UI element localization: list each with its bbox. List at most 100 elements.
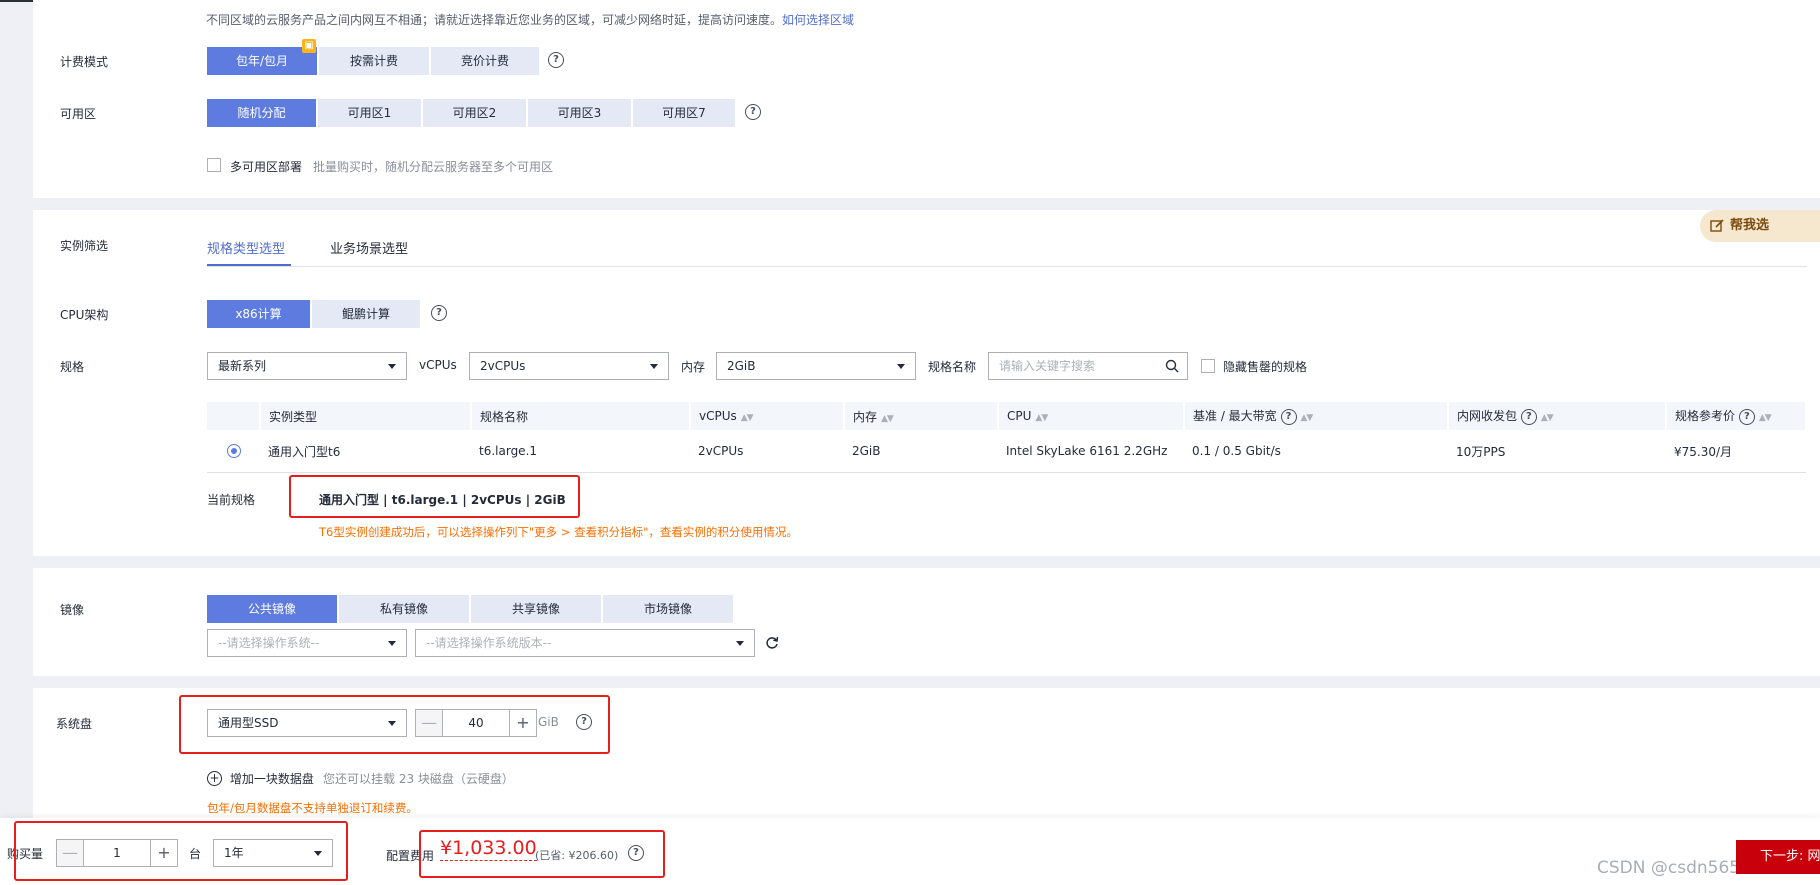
bandwidth-help-icon[interactable]: ? [1280, 408, 1297, 425]
add-data-disk-label: 增加一块数据盘 [229, 772, 314, 786]
col-header-spec-name: 规格名称 [471, 402, 691, 430]
highlight-box-system-disk [179, 695, 610, 754]
help-me-choose-label: 帮我选 [1730, 218, 1770, 233]
image-option-market[interactable]: 市场镜像 [603, 595, 733, 623]
plus-circle-icon: + [207, 771, 222, 786]
region-notice: 不同区域的云服务产品之间内网互不相通；请就近选择靠近您业务的区域，可减少网络时延… [206, 11, 854, 28]
tabs-divider [207, 266, 1807, 267]
region-notice-text: 不同区域的云服务产品之间内网互不相通；请就近选择靠近您业务的区域，可减少网络时延… [206, 13, 783, 27]
image-option-private[interactable]: 私有镜像 [339, 595, 469, 623]
memory-select-value: 2GiB [727, 359, 756, 373]
billing-option-spot[interactable]: 竞价计费 [431, 47, 539, 75]
col-header-bandwidth[interactable]: 基准 / 最大带宽 ? ▲▼ [1184, 402, 1449, 430]
memory-select[interactable]: 2GiB [716, 352, 916, 380]
add-data-disk-button[interactable]: + 增加一块数据盘 [207, 770, 314, 787]
billing-option-yearly-monthly[interactable]: 包年/包月 [207, 47, 317, 75]
os-version-select-placeholder: --请选择操作系统版本-- [426, 636, 552, 650]
cpu-arch-kunpeng[interactable]: 鲲鹏计算 [312, 300, 420, 328]
cell-vcpus: 2vCPUs [690, 430, 844, 473]
row-radio-cell[interactable] [207, 430, 260, 473]
cpu-arch-label: CPU架构 [60, 308, 109, 322]
instance-filter-label: 实例筛选 [60, 239, 109, 253]
billing-help-icon[interactable]: ? [548, 52, 564, 68]
highlight-box-purchase-qty [14, 821, 348, 881]
chevron-down-icon [388, 641, 396, 646]
gift-badge-icon: ▣ [302, 39, 316, 53]
az-option-2[interactable]: 可用区2 [423, 99, 526, 127]
price-help-icon[interactable]: ? [1738, 408, 1755, 425]
tab-business-scenario[interactable]: 业务场景选型 [330, 238, 408, 257]
basic-config-card: 不同区域的云服务产品之间内网互不相通；请就近选择靠近您业务的区域，可减少网络时延… [33, 0, 1820, 198]
vcpu-select-value: 2vCPUs [480, 359, 526, 373]
chevron-down-icon [650, 364, 658, 369]
image-label: 镜像 [60, 603, 85, 617]
instance-spec-card: 实例筛选 规格类型选型 业务场景选型 CPU架构 x86计算 鲲鹏计算 ? 规格… [33, 210, 1820, 556]
sort-icon[interactable]: ▲▼ [1301, 413, 1314, 423]
t6-credit-note: T6型实例创建成功后，可以选择操作列下"更多 > 查看积分指标"，查看实例的积分… [319, 525, 798, 539]
az-selector: 随机分配 可用区1 可用区2 可用区3 可用区7 [207, 99, 735, 127]
cell-cpu: Intel SkyLake 6161 2.2GHz [998, 430, 1184, 473]
sort-icon[interactable]: ▲▼ [1541, 413, 1554, 423]
col-header-price[interactable]: 规格参考价 ? ▲▼ [1666, 402, 1807, 430]
memory-filter-label: 内存 [681, 360, 706, 374]
cell-memory: 2GiB [844, 430, 998, 473]
az-option-1[interactable]: 可用区1 [318, 99, 421, 127]
edit-icon [1710, 219, 1724, 232]
spec-name-search-placeholder: 请输入关键字搜索 [999, 359, 1096, 373]
system-disk-label: 系统盘 [56, 717, 93, 731]
col-header-vcpus[interactable]: vCPUs ▲▼ [690, 402, 845, 430]
purchase-bar: 购买量 — 1 + 台 1年 配置费用 ¥1,033.00 (已省: ¥206.… [0, 818, 1820, 885]
how-to-choose-region-link[interactable]: 如何选择区域 [782, 13, 854, 27]
hide-soldout-checkbox[interactable] [1201, 359, 1215, 373]
search-icon[interactable] [1165, 359, 1179, 373]
spec-name-filter-label: 规格名称 [928, 360, 977, 374]
col-header-pps[interactable]: 内网收发包 ? ▲▼ [1448, 402, 1667, 430]
multi-az-label: 多可用区部署 [230, 160, 303, 174]
tab-spec-type[interactable]: 规格类型选型 [207, 238, 285, 257]
cell-price: ¥75.30/月 [1666, 430, 1806, 473]
cpu-arch-help-icon[interactable]: ? [431, 305, 447, 321]
cpu-arch-x86[interactable]: x86计算 [207, 300, 310, 328]
sort-icon[interactable]: ▲▼ [881, 414, 894, 424]
cell-pps: 10万PPS [1448, 430, 1666, 473]
sort-icon[interactable]: ▲▼ [741, 413, 754, 423]
az-option-random[interactable]: 随机分配 [207, 99, 316, 127]
pps-help-icon[interactable]: ? [1520, 408, 1537, 425]
os-select-placeholder: --请选择操作系统-- [218, 636, 320, 650]
image-option-public[interactable]: 公共镜像 [207, 595, 337, 623]
spec-series-select[interactable]: 最新系列 [207, 352, 407, 380]
next-network-label: 下一步: 网络 [1760, 849, 1820, 864]
cell-instance-type: 通用入门型t6 [260, 430, 471, 473]
os-version-select[interactable]: --请选择操作系统版本-- [415, 629, 755, 657]
vcpu-select[interactable]: 2vCPUs [469, 352, 669, 380]
multi-az-hint: 批量购买时，随机分配云服务器至多个可用区 [313, 160, 554, 174]
az-option-3[interactable]: 可用区3 [528, 99, 631, 127]
cell-bandwidth: 0.1 / 0.5 Gbit/s [1184, 430, 1448, 473]
az-option-7[interactable]: 可用区7 [633, 99, 735, 127]
col-header-memory[interactable]: 内存 ▲▼ [844, 402, 999, 430]
hide-soldout-label: 隐藏售罄的规格 [1223, 360, 1308, 374]
az-help-icon[interactable]: ? [745, 104, 761, 120]
chevron-down-icon [736, 641, 744, 646]
os-select[interactable]: --请选择操作系统-- [207, 629, 407, 657]
row-select-radio[interactable] [227, 444, 241, 459]
current-spec-label: 当前规格 [207, 493, 256, 507]
highlight-box-current-spec [289, 475, 580, 518]
next-network-button[interactable]: 下一步: 网络 [1736, 840, 1820, 874]
help-me-choose-button[interactable]: 帮我选 [1700, 210, 1820, 242]
vcpu-filter-label: vCPUs [419, 358, 457, 372]
sort-icon[interactable]: ▲▼ [1035, 413, 1048, 423]
multi-az-checkbox[interactable] [207, 158, 221, 172]
col-header-spacer [207, 402, 261, 430]
table-row[interactable]: 通用入门型t6 t6.large.1 2vCPUs 2GiB Intel Sky… [207, 430, 1806, 473]
refresh-icon[interactable] [765, 636, 779, 650]
image-card: 镜像 公共镜像 私有镜像 共享镜像 市场镜像 --请选择操作系统-- --请选择… [33, 568, 1820, 676]
col-header-cpu[interactable]: CPU ▲▼ [998, 402, 1185, 430]
billing-option-pay-per-use[interactable]: 按需计费 [319, 47, 429, 75]
spec-name-search-input[interactable]: 请输入关键字搜索 [988, 352, 1188, 380]
billing-mode-selector: 包年/包月 按需计费 竞价计费 [207, 47, 539, 75]
chevron-down-icon [897, 364, 905, 369]
chevron-down-icon [388, 364, 396, 369]
sort-icon[interactable]: ▲▼ [1759, 413, 1772, 423]
image-option-shared[interactable]: 共享镜像 [471, 595, 601, 623]
